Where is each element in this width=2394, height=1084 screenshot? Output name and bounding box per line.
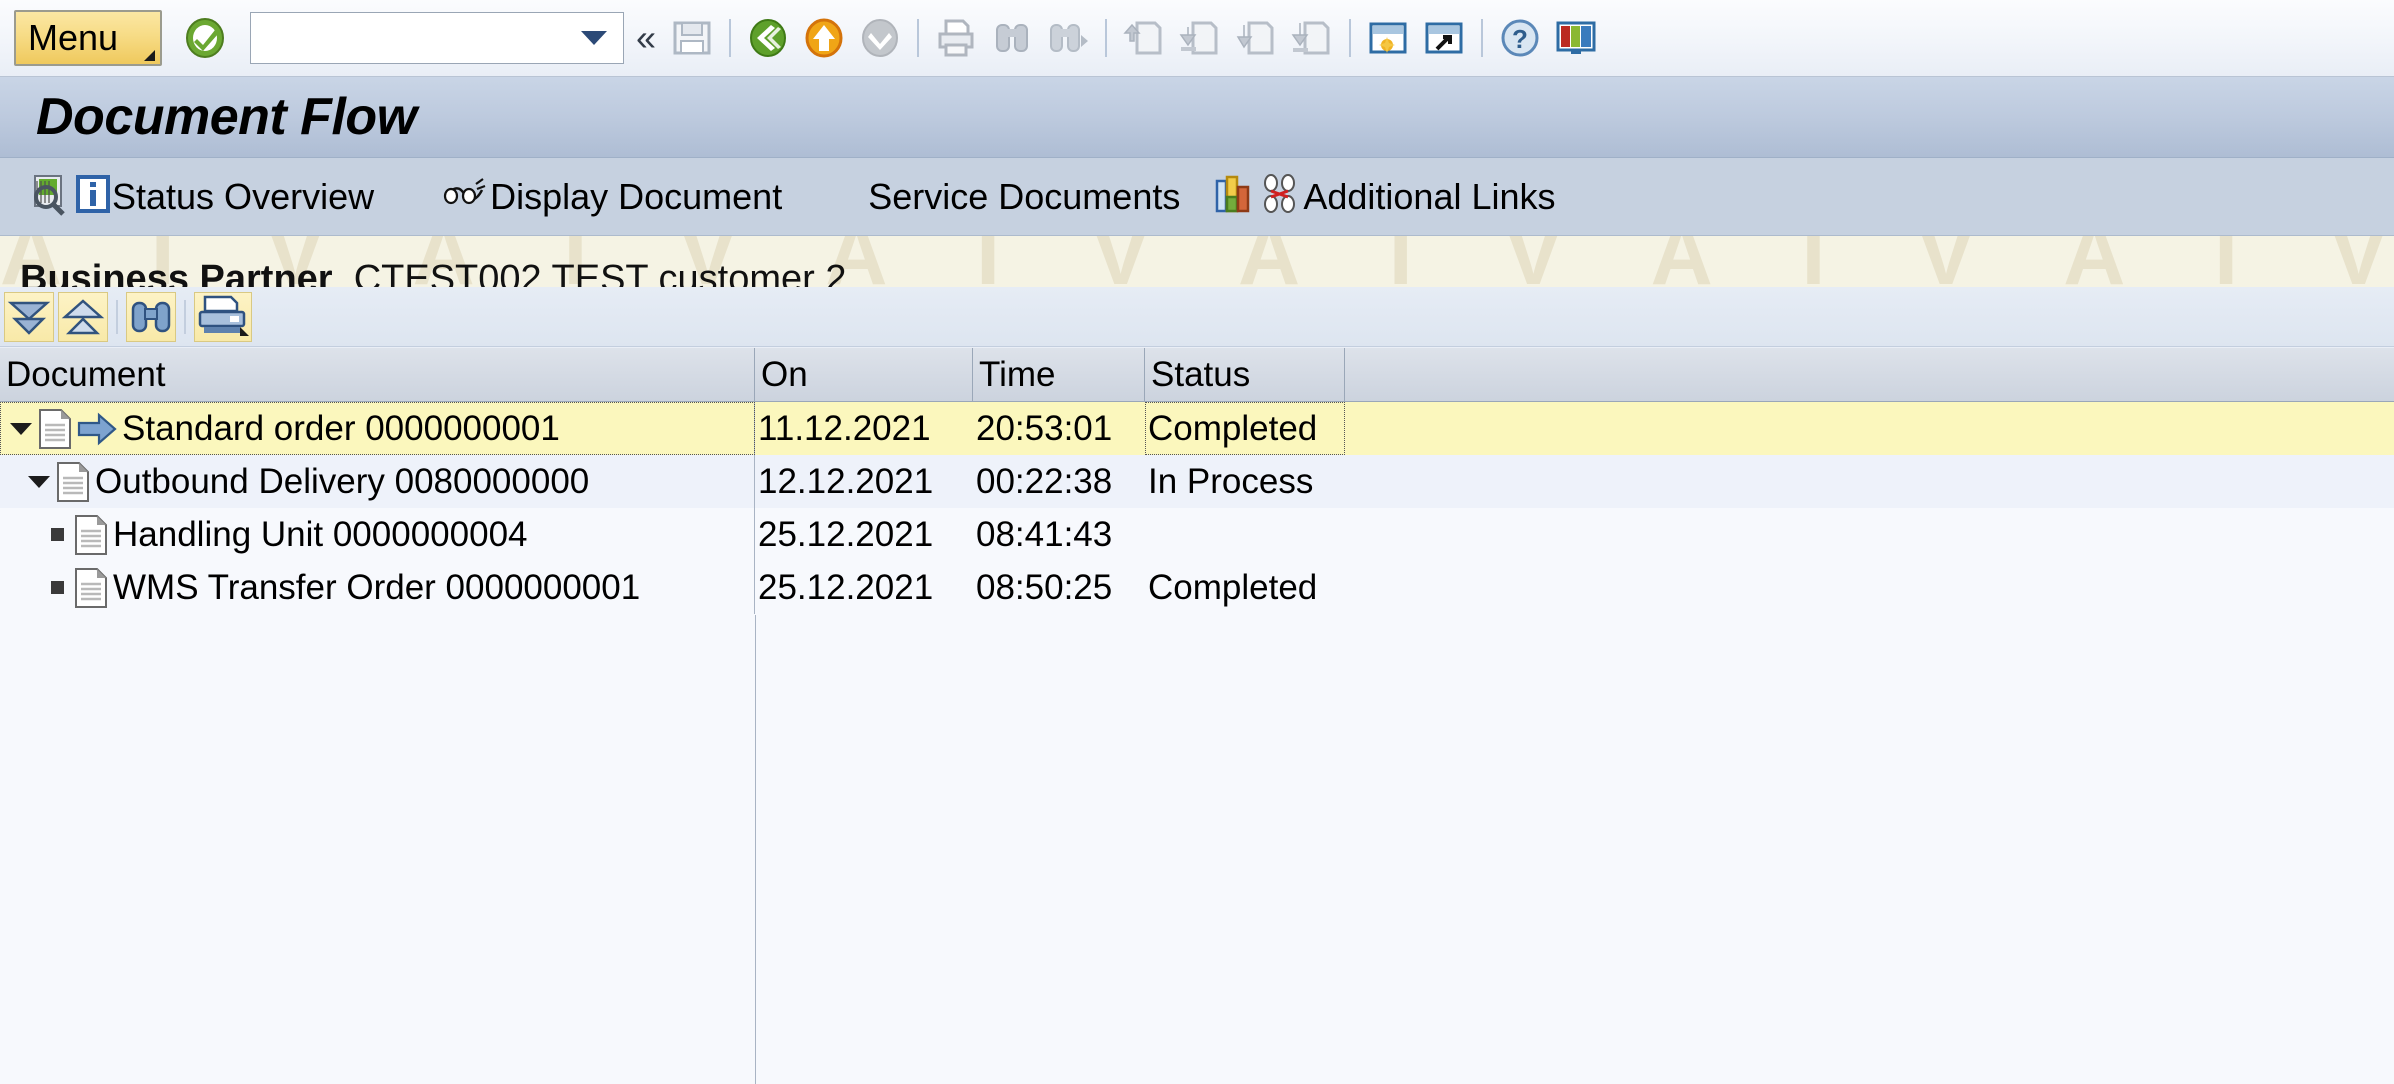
- table-row[interactable]: WMS Transfer Order 0000000001 25.12.2021…: [0, 561, 2394, 614]
- first-page-icon[interactable]: [1121, 15, 1167, 61]
- info-icon: [76, 174, 110, 219]
- cell-filler: [1345, 402, 2394, 455]
- cell-document[interactable]: Handling Unit 0000000004: [0, 508, 755, 561]
- status-overview-label: Status Overview: [112, 175, 375, 217]
- system-toolbar: Menu « ?: [0, 0, 2394, 77]
- cell-filler: [1345, 508, 2394, 561]
- cell-status: Completed: [1148, 567, 1318, 607]
- cell-on: 12.12.2021: [758, 461, 934, 501]
- cell-document[interactable]: Outbound Delivery 0080000000: [0, 455, 755, 508]
- document-icon: [74, 567, 108, 609]
- cell-time: 08:50:25: [976, 567, 1113, 607]
- additional-links-button[interactable]: Additional Links: [1204, 164, 1565, 230]
- column-header-time[interactable]: Time: [973, 348, 1145, 401]
- tree-toolbar-separator: [116, 299, 118, 334]
- cell-time: 08:41:43: [976, 514, 1113, 554]
- print-button[interactable]: [194, 291, 252, 342]
- next-page-icon[interactable]: [1233, 15, 1279, 61]
- save-icon[interactable]: [669, 15, 715, 61]
- cell-status: [1145, 508, 1345, 561]
- find-next-icon[interactable]: [1045, 15, 1091, 61]
- cell-time: 00:22:38: [976, 461, 1113, 501]
- previous-page-icon[interactable]: [1177, 15, 1223, 61]
- document-label: Outbound Delivery 0080000000: [95, 461, 590, 501]
- table-empty-area: [0, 615, 2394, 1084]
- svg-text:?: ?: [1512, 24, 1528, 54]
- service-documents-label: Service Documents: [868, 175, 1181, 217]
- column-header-document[interactable]: Document: [0, 348, 755, 401]
- cell-status: In Process: [1148, 461, 1314, 501]
- cell-on: 25.12.2021: [758, 567, 934, 607]
- menu-dropdown-corner-icon: [144, 50, 155, 61]
- window-title-bar: Document Flow: [0, 77, 2394, 158]
- table-row[interactable]: Outbound Delivery 0080000000 12.12.2021 …: [0, 455, 2394, 508]
- document-label: WMS Transfer Order 0000000001: [113, 567, 641, 607]
- menu-button-label: Menu: [28, 17, 119, 58]
- last-page-icon[interactable]: [1289, 15, 1335, 61]
- find-icon[interactable]: [989, 15, 1035, 61]
- command-field[interactable]: [250, 12, 624, 64]
- table-row[interactable]: Standard order 0000000001 11.12.2021 20:…: [0, 402, 2394, 455]
- cell-document[interactable]: WMS Transfer Order 0000000001: [0, 561, 755, 614]
- cell-time: 20:53:01: [976, 408, 1113, 448]
- additional-links-label: Additional Links: [1303, 175, 1556, 217]
- print-icon[interactable]: [933, 15, 979, 61]
- exit-icon[interactable]: [801, 15, 847, 61]
- document-icon: [38, 408, 72, 450]
- toolbar-separator: [1105, 19, 1108, 57]
- status-overview-button[interactable]: Status Overview: [20, 164, 384, 230]
- application-toolbar: Status Overview Display Document Service…: [0, 158, 2394, 236]
- document-icon: [74, 514, 108, 556]
- help-icon[interactable]: ?: [1497, 15, 1543, 61]
- document-label: Standard order 0000000001: [122, 408, 560, 448]
- tree-toolbar: [0, 287, 2394, 347]
- tree-toolbar-separator: [184, 299, 186, 334]
- tree-expand-toggle[interactable]: [4, 402, 38, 455]
- expand-all-button[interactable]: [4, 291, 54, 342]
- table-row[interactable]: Handling Unit 0000000004 25.12.2021 08:4…: [0, 508, 2394, 561]
- cell-status: Completed: [1145, 402, 1345, 455]
- double-chevron-left-icon[interactable]: «: [636, 20, 656, 56]
- green-check-enter-icon[interactable]: [184, 17, 226, 59]
- column-header-on[interactable]: On: [755, 348, 973, 401]
- table-header-row: Document On Time Status: [0, 347, 2394, 402]
- tree-leaf-marker[interactable]: [40, 508, 74, 561]
- document-icon: [56, 461, 90, 503]
- chart-icon: [1214, 173, 1254, 220]
- back-icon[interactable]: [745, 15, 791, 61]
- page-title: Document Flow: [36, 88, 417, 146]
- forward-arrow-icon: [77, 412, 117, 446]
- display-document-icon: [442, 176, 486, 217]
- collapse-all-button[interactable]: [58, 291, 108, 342]
- cancel-icon[interactable]: [857, 15, 903, 61]
- command-input[interactable]: [251, 16, 571, 60]
- tree-expand-toggle[interactable]: [22, 455, 56, 508]
- toolbar-separator: [729, 19, 732, 57]
- column-header-filler: [1345, 348, 2394, 401]
- document-label: Handling Unit 0000000004: [113, 514, 528, 554]
- find-button[interactable]: [126, 291, 176, 342]
- links-icon: [1258, 173, 1300, 220]
- display-document-button[interactable]: Display Document: [432, 164, 792, 230]
- cell-filler: [1345, 455, 2394, 508]
- create-session-icon[interactable]: [1365, 15, 1411, 61]
- customize-local-layout-icon[interactable]: [1553, 15, 1599, 61]
- chevron-down-icon[interactable]: [581, 31, 607, 45]
- toolbar-separator: [1349, 19, 1352, 57]
- cell-document[interactable]: Standard order 0000000001: [0, 402, 755, 455]
- menu-button[interactable]: Menu: [14, 10, 162, 66]
- toolbar-separator: [1481, 19, 1484, 57]
- column-divider[interactable]: [755, 615, 756, 1084]
- column-header-status[interactable]: Status: [1145, 348, 1345, 401]
- status-overview-icon: [30, 172, 72, 221]
- display-document-label: Display Document: [490, 175, 783, 217]
- create-shortcut-icon[interactable]: [1421, 15, 1467, 61]
- cell-on: 25.12.2021: [758, 514, 934, 554]
- document-flow-tree: Document On Time Status Standard order 0…: [0, 347, 2394, 1084]
- service-documents-button[interactable]: Service Documents: [858, 164, 1190, 230]
- cell-on: 11.12.2021: [758, 408, 931, 448]
- toolbar-separator: [917, 19, 920, 57]
- tree-leaf-marker[interactable]: [40, 561, 74, 614]
- cell-filler: [1345, 561, 2394, 614]
